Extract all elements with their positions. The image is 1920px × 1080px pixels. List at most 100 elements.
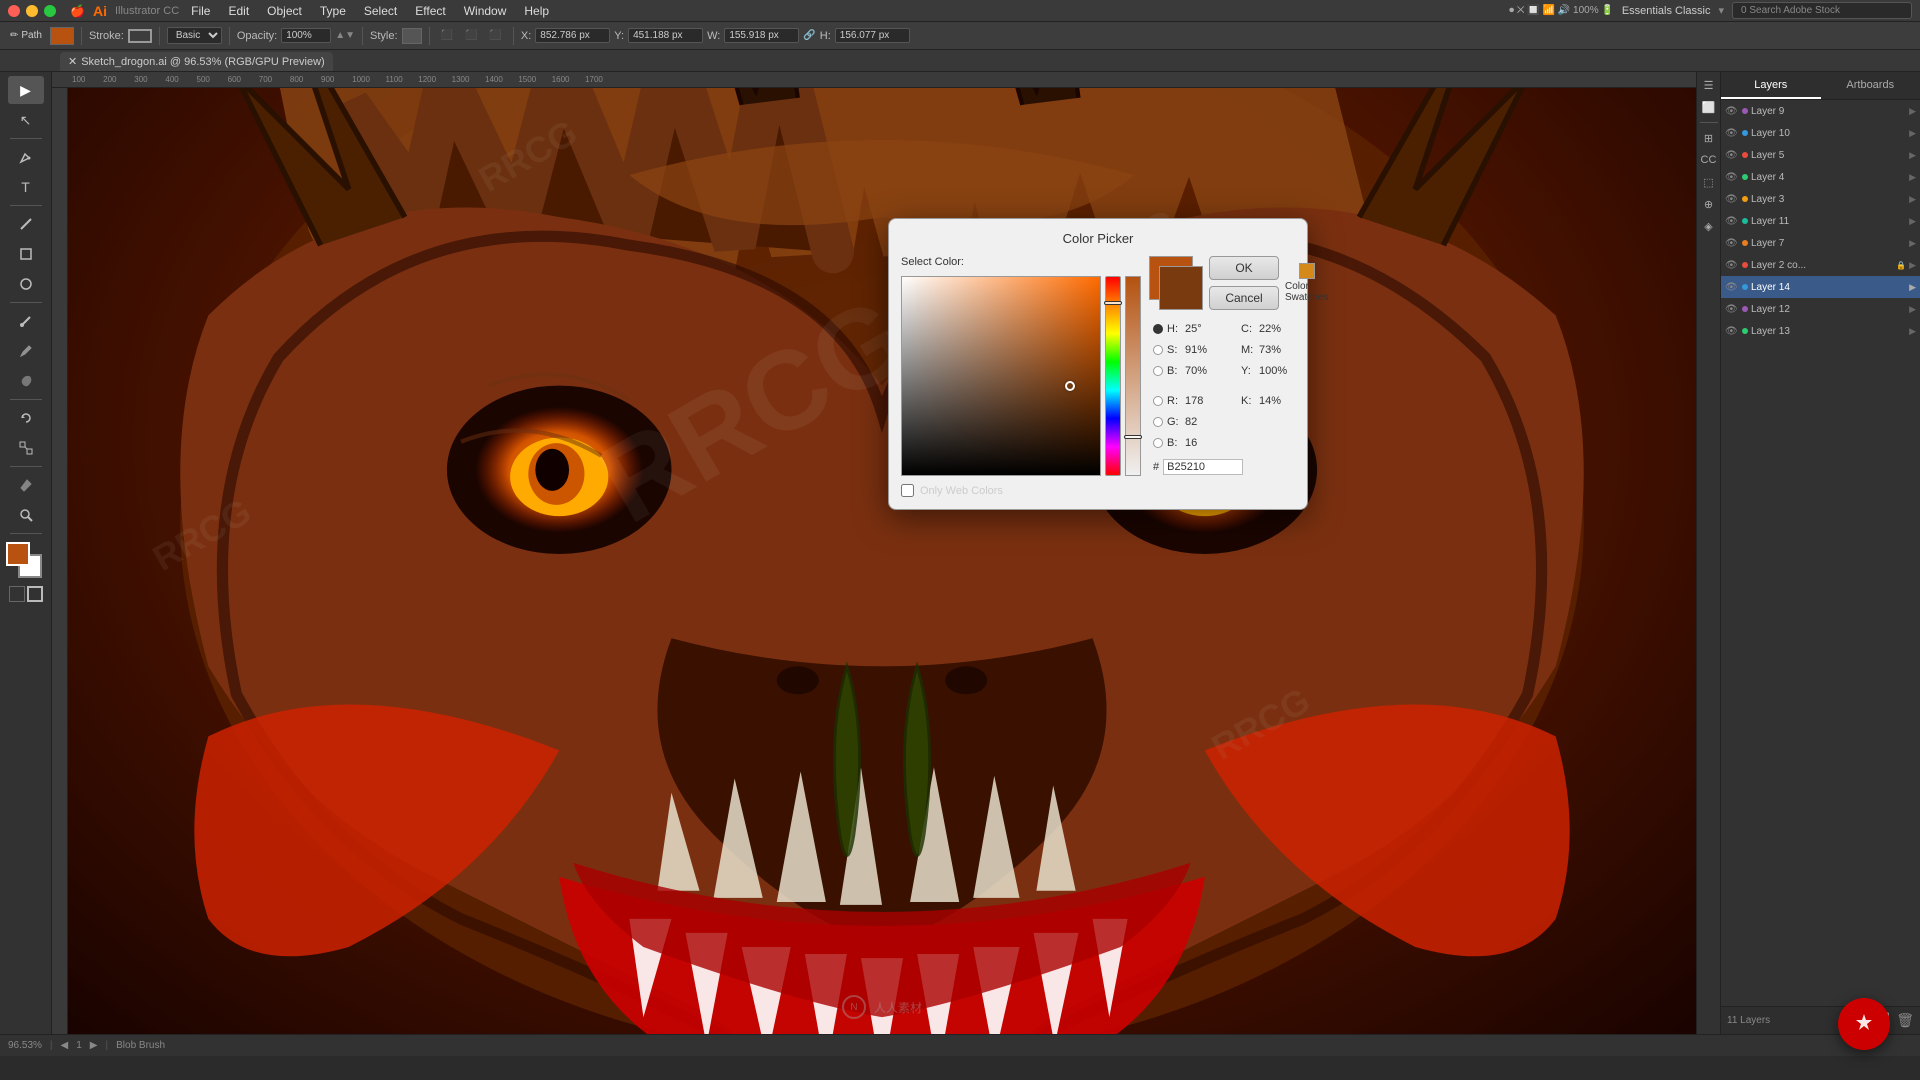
menu-window[interactable]: Window [456, 2, 515, 20]
r-radio[interactable] [1153, 396, 1163, 406]
pathfinder-btn[interactable]: ◈ [1700, 217, 1718, 235]
search-stock[interactable]: 0 Search Adobe Stock [1732, 2, 1912, 19]
layer-row-10[interactable]: 👁 Layer 10 ▶ [1721, 122, 1920, 144]
ellipse-tool[interactable] [8, 270, 44, 298]
path-tool[interactable]: ✏ Path [6, 28, 46, 43]
prop-btn[interactable]: ⊞ [1700, 129, 1718, 147]
layer-row-14[interactable]: 👁 Layer 14 ▶ [1721, 276, 1920, 298]
eye-icon-3[interactable]: 👁 [1725, 194, 1739, 205]
cancel-button[interactable]: Cancel [1209, 286, 1279, 310]
foreground-color[interactable] [6, 542, 30, 566]
layer-expand-10[interactable]: ▶ [1909, 128, 1916, 139]
canvas-content[interactable]: RRCG RRCG [68, 88, 1696, 1034]
eye-icon-4[interactable]: 👁 [1725, 172, 1739, 183]
paintbrush-tool[interactable] [8, 307, 44, 335]
layer-row-5[interactable]: 👁 Layer 5 ▶ [1721, 144, 1920, 166]
eye-icon-10[interactable]: 👁 [1725, 128, 1739, 139]
align-left-btn[interactable]: ⬛ [437, 28, 457, 43]
layer-expand-5[interactable]: ▶ [1909, 150, 1916, 161]
pencil-tool[interactable] [8, 337, 44, 365]
fab-button[interactable] [1838, 998, 1890, 1050]
doc-tab[interactable]: ✕ Sketch_drogon.ai @ 96.53% (RGB/GPU Pre… [60, 52, 333, 71]
style-swatch[interactable] [402, 28, 422, 44]
layer-expand-7[interactable]: ▶ [1909, 238, 1916, 249]
eye-icon-12[interactable]: 👁 [1725, 304, 1739, 315]
selection-tool[interactable]: ▶ [8, 76, 44, 104]
layer-row-7[interactable]: 👁 Layer 7 ▶ [1721, 232, 1920, 254]
brush-dropdown[interactable]: Basic [167, 27, 222, 44]
fill-icon[interactable] [9, 586, 25, 602]
alpha-slider[interactable] [1125, 276, 1141, 476]
type-tool[interactable]: T [8, 173, 44, 201]
menu-object[interactable]: Object [259, 2, 310, 20]
line-tool[interactable] [8, 210, 44, 238]
stroke-color[interactable] [128, 29, 152, 43]
eye-icon-7[interactable]: 👁 [1725, 238, 1739, 249]
layer-expand-9[interactable]: ▶ [1909, 106, 1916, 117]
close-doc-icon[interactable]: ✕ [68, 55, 77, 68]
eyedropper-tool[interactable] [8, 471, 44, 499]
fill-color[interactable] [50, 27, 74, 45]
hex-input[interactable] [1163, 459, 1243, 475]
align-icon-btn[interactable]: ⬚ [1700, 173, 1718, 191]
align-center-btn[interactable]: ⬛ [461, 28, 481, 43]
layer-expand-11[interactable]: ▶ [1909, 216, 1916, 227]
menu-help[interactable]: Help [516, 2, 557, 20]
layer-row-2[interactable]: 👁 Layer 2 co... 🔒 ▶ [1721, 254, 1920, 276]
close-button[interactable] [8, 5, 20, 17]
menu-type[interactable]: Type [312, 2, 354, 20]
align-right-btn[interactable]: ⬛ [485, 28, 505, 43]
eye-icon-2[interactable]: 👁 [1725, 260, 1739, 271]
layer-row-4[interactable]: 👁 Layer 4 ▶ [1721, 166, 1920, 188]
layer-row-9[interactable]: 👁 Layer 9 ▶ [1721, 100, 1920, 122]
x-input[interactable] [535, 28, 610, 43]
eye-icon-14[interactable]: 👁 [1725, 282, 1739, 293]
eye-icon-5[interactable]: 👁 [1725, 150, 1739, 161]
nav-next[interactable]: ▶ [90, 1040, 98, 1051]
tab-layers[interactable]: Layers [1721, 72, 1821, 99]
nav-prev[interactable]: ◀ [61, 1040, 69, 1051]
menu-select[interactable]: Select [356, 2, 405, 20]
cc-btn[interactable]: CC [1700, 151, 1718, 169]
link-icon[interactable]: 🔗 [803, 30, 815, 41]
menu-effect[interactable]: Effect [407, 2, 453, 20]
workspace-chevron[interactable]: ▾ [1718, 4, 1724, 17]
direct-selection-tool[interactable]: ↖ [8, 106, 44, 134]
rect-tool[interactable] [8, 240, 44, 268]
transform-icon-btn[interactable]: ⊕ [1700, 195, 1718, 213]
layer-row-11[interactable]: 👁 Layer 11 ▶ [1721, 210, 1920, 232]
layer-expand-13[interactable]: ▶ [1909, 326, 1916, 337]
blob-brush-tool[interactable] [8, 367, 44, 395]
layer-expand-12[interactable]: ▶ [1909, 304, 1916, 315]
layer-expand-2[interactable]: ▶ [1909, 260, 1916, 271]
layer-row-13[interactable]: 👁 Layer 13 ▶ [1721, 320, 1920, 342]
eye-icon-13[interactable]: 👁 [1725, 326, 1739, 337]
opacity-input[interactable] [281, 28, 331, 43]
b2-radio[interactable] [1153, 438, 1163, 448]
layer-expand-4[interactable]: ▶ [1909, 172, 1916, 183]
w-input[interactable] [724, 28, 799, 43]
stroke-icon[interactable] [27, 586, 43, 602]
minimize-button[interactable] [26, 5, 38, 17]
gradient-picker[interactable] [901, 276, 1101, 476]
small-swatch[interactable] [1299, 263, 1315, 279]
pen-tool[interactable] [8, 143, 44, 171]
menu-edit[interactable]: Edit [220, 2, 257, 20]
s-radio[interactable] [1153, 345, 1163, 355]
layer-row-3[interactable]: 👁 Layer 3 ▶ [1721, 188, 1920, 210]
rotate-tool[interactable] [8, 404, 44, 432]
eye-icon-11[interactable]: 👁 [1725, 216, 1739, 227]
y-input[interactable] [628, 28, 703, 43]
color-boxes[interactable] [6, 542, 46, 582]
h-input[interactable] [835, 28, 910, 43]
delete-layer-btn[interactable]: 🗑 [1896, 1012, 1914, 1029]
only-web-checkbox[interactable] [901, 484, 914, 497]
scale-tool[interactable] [8, 434, 44, 462]
g-radio[interactable] [1153, 417, 1163, 427]
menu-file[interactable]: File [183, 2, 218, 20]
zoom-tool[interactable] [8, 501, 44, 529]
ok-button[interactable]: OK [1209, 256, 1279, 280]
layer-expand-3[interactable]: ▶ [1909, 194, 1916, 205]
artboards-icon-btn[interactable]: ⬜ [1700, 98, 1718, 116]
layers-icon-btn[interactable]: ☰ [1700, 76, 1718, 94]
